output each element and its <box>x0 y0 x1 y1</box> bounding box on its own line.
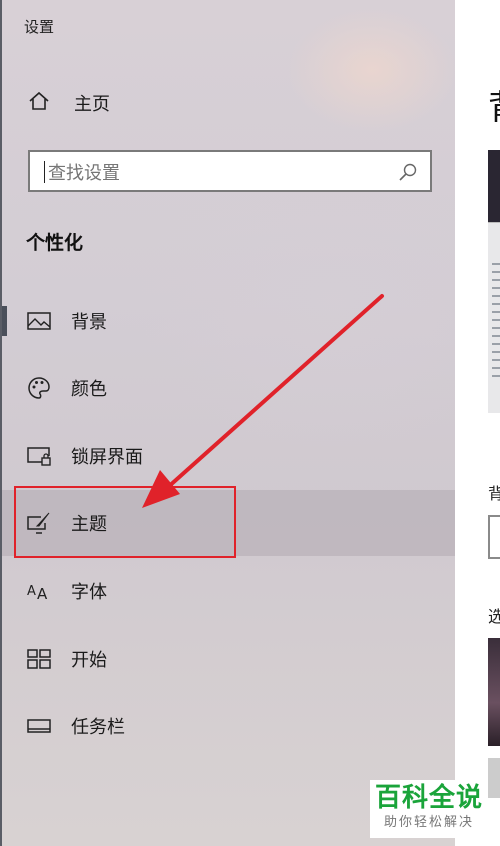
watermark: 百科全说 助你轻松解决 <box>370 780 488 838</box>
annotation-arrow <box>142 294 384 508</box>
content-pane: 背 背 选 <box>455 0 500 846</box>
browse-button[interactable] <box>488 758 500 798</box>
background-preview-top <box>488 150 500 222</box>
choose-picture-label: 选 <box>488 607 500 626</box>
picture-thumbnail[interactable] <box>488 638 500 746</box>
page-heading: 背 <box>488 80 500 129</box>
watermark-brand: 百科全说 <box>374 783 483 813</box>
background-label: 背 <box>488 484 500 503</box>
settings-sidebar: 设置 主页 个性化 背景 <box>0 0 455 846</box>
background-dropdown[interactable] <box>488 515 500 559</box>
background-preview <box>488 222 500 413</box>
watermark-tagline: 助你轻松解决 <box>383 815 474 830</box>
